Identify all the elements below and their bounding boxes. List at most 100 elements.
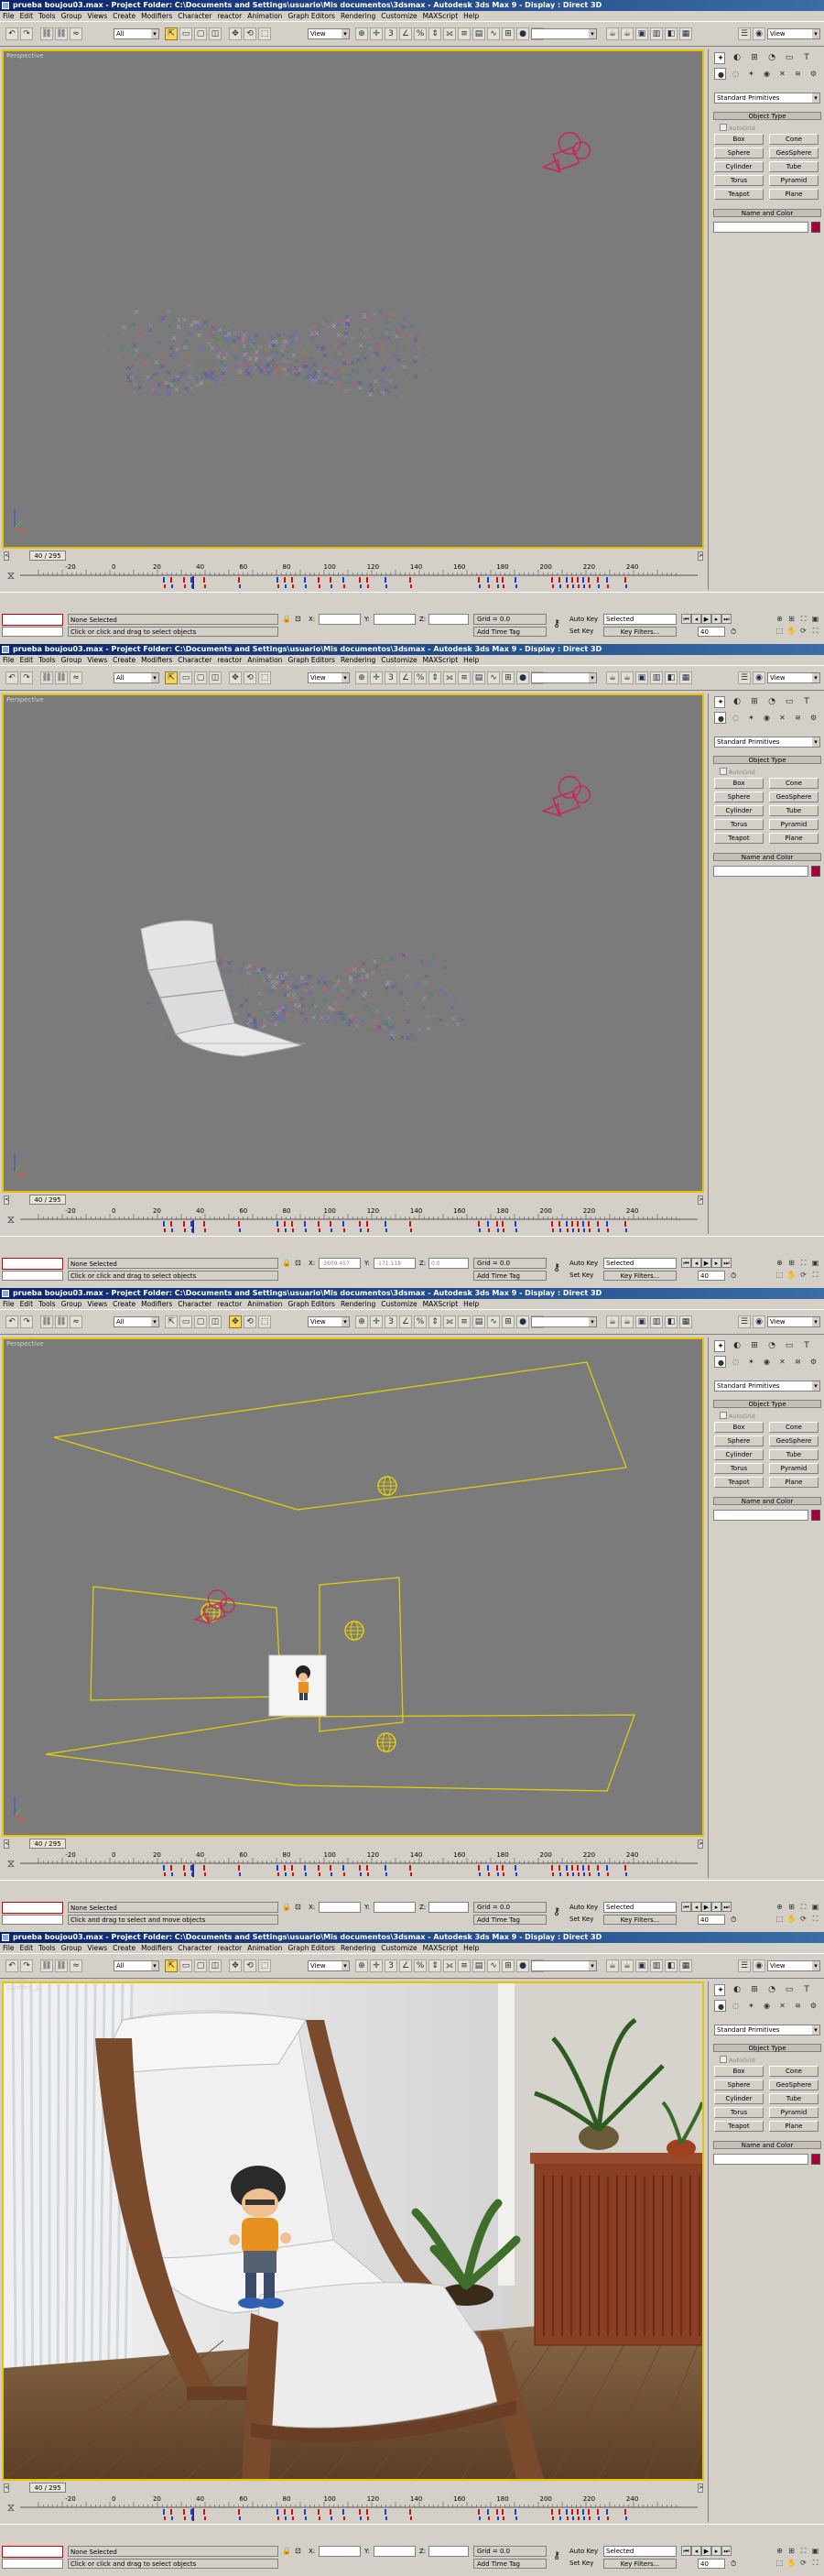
teapot-render-icon[interactable]: ☕ [606, 1315, 619, 1328]
object-color-swatch[interactable] [811, 222, 820, 233]
current-frame-field[interactable]: 40 [698, 1271, 725, 1281]
track-view-icon[interactable]: ☰ [738, 671, 751, 684]
helpers-icon[interactable]: ✕ [776, 2000, 788, 2012]
chair-model[interactable] [140, 920, 306, 1057]
arc-rotate-icon[interactable]: ⟳ [798, 1914, 808, 1924]
autogrid-checkbox[interactable]: AutoGrid [720, 1412, 755, 1420]
select-by-name-icon[interactable]: ▭ [179, 1959, 192, 1972]
utilities-tab-icon[interactable]: T [801, 696, 812, 708]
layer-manager-icon[interactable]: ▤ [472, 27, 485, 40]
menu-help[interactable]: Help [461, 11, 482, 21]
track-view-icon[interactable]: ☰ [738, 27, 751, 40]
track-bar[interactable]: ⧖ -20 0 20 40 60 80 100 120 140 160 180 200 220 240 [2, 1850, 704, 1878]
go-to-end-icon[interactable]: ⏭ [721, 1902, 732, 1912]
maximize-viewport-icon[interactable]: ⛶ [810, 626, 820, 636]
set-key-button[interactable]: Set Key [569, 627, 601, 637]
camera-object[interactable] [193, 1589, 235, 1625]
active-shade-icon[interactable]: ◧ [665, 1315, 678, 1328]
create-cone-button[interactable]: Cone [769, 134, 819, 145]
quick-render-icon[interactable]: ☕ [621, 27, 634, 40]
menu-help[interactable]: Help [461, 1299, 482, 1309]
create-tab-icon[interactable]: ✦ [714, 52, 725, 64]
y-coordinate-field[interactable] [374, 2546, 416, 2557]
create-box-button[interactable]: Box [714, 778, 764, 789]
object-name-field[interactable] [713, 1510, 808, 1521]
omni-light[interactable] [344, 1621, 364, 1641]
key-filters-button[interactable]: Key Filters... [603, 627, 677, 637]
menu-reactor[interactable]: reactor [214, 655, 244, 665]
render-type-icon[interactable]: ▥ [650, 671, 663, 684]
create-sphere-button[interactable]: Sphere [714, 791, 764, 802]
window-crossing-icon[interactable]: ◫ [209, 671, 222, 684]
spinner-snap-icon[interactable]: ⇕ [428, 671, 441, 684]
key-selection-combo[interactable]: Selected [603, 614, 677, 625]
region-zoom-icon[interactable]: ⬚ [775, 1914, 785, 1924]
create-geosphere-button[interactable]: GeoSphere [769, 147, 819, 158]
menu-edit[interactable]: Edit [17, 11, 37, 21]
select-manipulate-icon[interactable]: ✛ [370, 1959, 383, 1972]
x-coordinate-field[interactable] [319, 2546, 361, 2557]
create-plane-button[interactable]: Plane [769, 2121, 819, 2132]
zoom-extents-icon[interactable]: ⛶ [798, 614, 808, 624]
viewport-label[interactable]: Perspective [6, 52, 44, 60]
maxscript-output-field[interactable] [2, 2559, 63, 2569]
render-frame-icon[interactable]: ▣ [635, 671, 648, 684]
schematic-view-icon[interactable]: ⊞ [502, 27, 515, 40]
render-scene-icon[interactable]: ◉ [753, 27, 765, 40]
select-scale-icon[interactable]: ⬚ [258, 671, 271, 684]
pan-icon[interactable]: ✋ [786, 626, 797, 636]
menu-views[interactable]: Views [84, 1299, 110, 1309]
motion-tab-icon[interactable]: ◔ [766, 1984, 777, 1996]
select-move-icon[interactable]: ✥ [229, 671, 242, 684]
maxscript-listener-field[interactable] [2, 2546, 63, 2558]
go-to-start-icon[interactable]: ⏮ [681, 1258, 691, 1268]
selection-filter-combo[interactable]: All [114, 1316, 159, 1327]
menu-modifiers[interactable]: Modifiers [138, 655, 175, 665]
auto-key-button[interactable]: Auto Key [569, 614, 601, 625]
time-prev-button[interactable]: < [4, 1839, 9, 1849]
create-teapot-button[interactable]: Teapot [714, 833, 764, 844]
motion-tab-icon[interactable]: ◔ [766, 696, 777, 708]
region-zoom-icon[interactable]: ⬚ [775, 2558, 785, 2568]
track-bar[interactable]: ⧖ -20 0 20 40 60 80 100 120 140 160 180 200 220 240 [2, 562, 704, 590]
key-filters-button[interactable]: Key Filters... [603, 1271, 677, 1281]
omni-light[interactable] [377, 1476, 397, 1496]
named-selection-combo[interactable] [531, 672, 597, 683]
create-plane-button[interactable]: Plane [769, 1477, 819, 1488]
time-next-button[interactable]: > [698, 551, 703, 561]
render-type-icon[interactable]: ▥ [650, 1315, 663, 1328]
menu-views[interactable]: Views [84, 1943, 110, 1953]
menu-animation[interactable]: Animation [244, 655, 285, 665]
bind-space-warp-icon[interactable]: ≈ [70, 27, 82, 40]
create-box-button[interactable]: Box [714, 134, 764, 145]
add-time-tag-button[interactable]: Add Time Tag [473, 1915, 547, 1925]
create-cone-button[interactable]: Cone [769, 1422, 819, 1433]
create-teapot-button[interactable]: Teapot [714, 1477, 764, 1488]
menu-tools[interactable]: Tools [36, 11, 58, 21]
create-sphere-button[interactable]: Sphere [714, 1435, 764, 1446]
omni-light[interactable] [376, 1732, 396, 1752]
zoom-all-icon[interactable]: ⊞ [786, 1258, 797, 1268]
key-selection-combo[interactable]: Selected [603, 1258, 677, 1269]
y-coordinate-field[interactable] [374, 614, 416, 625]
z-coordinate-field[interactable] [428, 1902, 469, 1913]
next-frame-icon[interactable]: ▸ [711, 1902, 721, 1912]
region-zoom-icon[interactable]: ⬚ [775, 626, 785, 636]
go-to-start-icon[interactable]: ⏮ [681, 1902, 691, 1912]
create-plane-button[interactable]: Plane [769, 189, 819, 200]
menu-group[interactable]: Group [59, 655, 85, 665]
time-prev-button[interactable]: < [4, 1195, 9, 1205]
menu-group[interactable]: Group [59, 1943, 85, 1953]
viewport[interactable]: Perspective [2, 1337, 704, 1837]
link-icon[interactable]: ⛓ [40, 27, 53, 40]
align-icon[interactable]: ≡ [458, 671, 471, 684]
create-pyramid-button[interactable]: Pyramid [769, 175, 819, 186]
layer-manager-icon[interactable]: ▤ [472, 671, 485, 684]
create-geosphere-button[interactable]: GeoSphere [769, 1435, 819, 1446]
selection-filter-combo[interactable]: All [114, 28, 159, 39]
play-icon[interactable]: ▶ [701, 1902, 711, 1912]
arc-rotate-icon[interactable]: ⟳ [798, 2558, 808, 2568]
environment-icon[interactable]: ▦ [679, 27, 692, 40]
create-torus-button[interactable]: Torus [714, 1463, 764, 1474]
play-icon[interactable]: ▶ [701, 614, 711, 624]
